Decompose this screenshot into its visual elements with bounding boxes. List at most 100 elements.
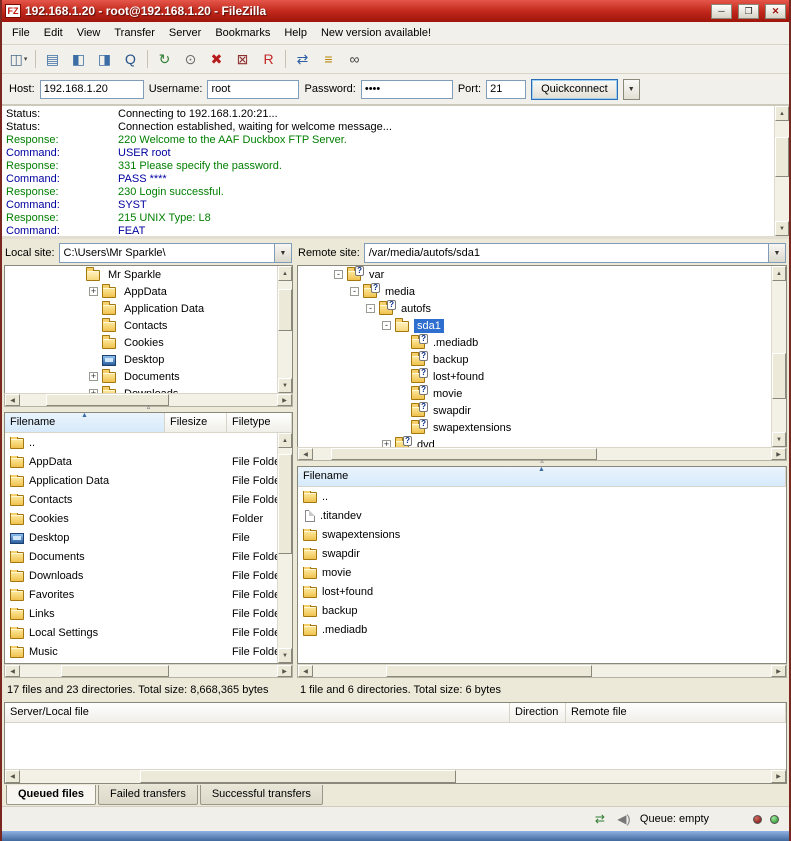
local-tree-row[interactable]: Desktop bbox=[5, 351, 292, 368]
scroll-right-icon[interactable]: ▶ bbox=[277, 394, 292, 406]
tab-queued-files[interactable]: Queued files bbox=[6, 785, 96, 805]
scrollbar-thumb[interactable] bbox=[61, 665, 169, 677]
remote-file-row[interactable]: .titandev bbox=[298, 506, 786, 525]
disconnect-button[interactable]: ⊠ bbox=[230, 48, 255, 71]
chevron-down-icon[interactable]: ▼ bbox=[274, 244, 291, 262]
local-file-row[interactable]: .. bbox=[5, 433, 292, 452]
scroll-right-icon[interactable]: ▶ bbox=[771, 448, 786, 460]
scroll-left-icon[interactable]: ◀ bbox=[5, 665, 20, 677]
maximize-button[interactable]: ❐ bbox=[738, 4, 759, 19]
tab-successful-transfers[interactable]: Successful transfers bbox=[200, 785, 323, 805]
local-file-row[interactable]: Downloads File Folder bbox=[5, 566, 292, 585]
remote-tree-row[interactable]: movie bbox=[298, 385, 786, 402]
local-tree-row[interactable]: Documents bbox=[5, 368, 292, 385]
remote-tree-row[interactable]: .mediadb bbox=[298, 334, 786, 351]
remote-pane-splitter[interactable] bbox=[297, 461, 787, 466]
local-file-row[interactable]: Cookies Folder bbox=[5, 509, 292, 528]
minimize-button[interactable]: ─ bbox=[711, 4, 732, 19]
local-file-row[interactable]: Application Data File Folder bbox=[5, 471, 292, 490]
remote-file-row[interactable]: swapextensions bbox=[298, 525, 786, 544]
close-button[interactable]: ✕ bbox=[765, 4, 786, 19]
tree-expander-icon[interactable] bbox=[382, 321, 391, 330]
remote-file-row[interactable]: .mediadb bbox=[298, 620, 786, 639]
menu-transfer[interactable]: Transfer bbox=[107, 23, 162, 43]
local-file-row[interactable]: Documents File Folder bbox=[5, 547, 292, 566]
remote-tree-row[interactable]: dvd bbox=[298, 436, 786, 447]
column-header-filetype[interactable]: Filetype bbox=[227, 413, 292, 432]
remote-file-row[interactable]: movie bbox=[298, 563, 786, 582]
remote-tree-row[interactable]: lost+found bbox=[298, 368, 786, 385]
scroll-down-icon[interactable]: ▼ bbox=[278, 648, 292, 663]
tree-expander-icon[interactable] bbox=[398, 338, 407, 347]
tree-expander-icon[interactable] bbox=[89, 338, 98, 347]
local-file-row[interactable]: Desktop File bbox=[5, 528, 292, 547]
tree-expander-icon[interactable] bbox=[382, 440, 391, 447]
scroll-right-icon[interactable]: ▶ bbox=[277, 665, 292, 677]
menu-view[interactable]: View bbox=[70, 23, 108, 43]
local-file-row[interactable]: Music File Folder bbox=[5, 642, 292, 661]
separator[interactable] bbox=[282, 48, 289, 71]
tree-expander-icon[interactable] bbox=[350, 287, 359, 296]
queue-hscrollbar[interactable]: ◀ ▶ bbox=[5, 769, 786, 783]
tree-expander-icon[interactable] bbox=[89, 355, 98, 364]
scrollbar-thumb[interactable] bbox=[278, 289, 292, 332]
scrollbar-thumb[interactable] bbox=[775, 137, 789, 177]
scroll-left-icon[interactable]: ◀ bbox=[298, 448, 313, 460]
remote-file-row[interactable]: .. bbox=[298, 487, 786, 506]
scroll-up-icon[interactable]: ▲ bbox=[278, 433, 292, 448]
column-header-server-local-file[interactable]: Server/Local file bbox=[5, 703, 510, 722]
tree-expander-icon[interactable] bbox=[398, 423, 407, 432]
tree-expander-icon[interactable] bbox=[398, 406, 407, 415]
scroll-left-icon[interactable]: ◀ bbox=[5, 394, 20, 406]
local-list-vscrollbar[interactable]: ▲ ▼ bbox=[277, 433, 292, 663]
local-tree-row[interactable]: Application Data bbox=[5, 300, 292, 317]
column-header-filesize[interactable]: Filesize bbox=[165, 413, 227, 432]
scroll-down-icon[interactable]: ▼ bbox=[775, 221, 789, 236]
port-input[interactable] bbox=[486, 80, 526, 99]
tree-expander-icon[interactable] bbox=[89, 304, 98, 313]
scroll-right-icon[interactable]: ▶ bbox=[771, 665, 786, 677]
scroll-right-icon[interactable]: ▶ bbox=[771, 770, 786, 783]
tree-expander-icon[interactable] bbox=[334, 270, 343, 279]
menu-file[interactable]: File bbox=[5, 23, 37, 43]
tree-expander-icon[interactable] bbox=[398, 355, 407, 364]
column-header-filename[interactable]: ▲Filename bbox=[5, 413, 165, 432]
password-input[interactable] bbox=[361, 80, 453, 99]
scroll-up-icon[interactable]: ▲ bbox=[775, 106, 789, 121]
quickconnect-button[interactable]: Quickconnect bbox=[531, 79, 618, 100]
directory-comparison-button[interactable]: ⇄ bbox=[290, 48, 315, 71]
scroll-left-icon[interactable]: ◀ bbox=[5, 770, 20, 783]
tree-expander-icon[interactable] bbox=[89, 321, 98, 330]
process-queue-button[interactable]: ⊙ bbox=[178, 48, 203, 71]
message-log-scrollbar[interactable]: ▲ ▼ bbox=[774, 106, 789, 236]
remote-tree-vscrollbar[interactable]: ▲ ▼ bbox=[771, 266, 786, 447]
remote-site-combobox[interactable]: /var/media/autofs/sda1 ▼ bbox=[364, 243, 786, 263]
local-tree-row[interactable]: Contacts bbox=[5, 317, 292, 334]
toggle-queue-button[interactable]: Q bbox=[118, 48, 143, 71]
local-tree-row[interactable]: Mr Sparkle bbox=[5, 266, 292, 283]
tree-expander-icon[interactable] bbox=[73, 270, 82, 279]
refresh-button[interactable]: ↻ bbox=[152, 48, 177, 71]
titlebar[interactable]: FZ 192.168.1.20 - root@192.168.1.20 - Fi… bbox=[2, 0, 789, 22]
separator[interactable] bbox=[32, 48, 39, 71]
tree-expander-icon[interactable] bbox=[366, 304, 375, 313]
remote-tree-row[interactable]: swapdir bbox=[298, 402, 786, 419]
menu-edit[interactable]: Edit bbox=[37, 23, 70, 43]
tab-failed-transfers[interactable]: Failed transfers bbox=[98, 785, 198, 805]
local-file-row[interactable]: Links File Folder bbox=[5, 604, 292, 623]
remote-tree-row[interactable]: var bbox=[298, 266, 786, 283]
reconnect-button[interactable]: R bbox=[256, 48, 281, 71]
remote-file-row[interactable]: swapdir bbox=[298, 544, 786, 563]
menu-server[interactable]: Server bbox=[162, 23, 208, 43]
directory-comparison-indicator-icon[interactable]: ⇄ bbox=[592, 811, 608, 827]
remote-tree-row[interactable]: media bbox=[298, 283, 786, 300]
scroll-left-icon[interactable]: ◀ bbox=[298, 665, 313, 677]
cancel-button[interactable]: ✖ bbox=[204, 48, 229, 71]
separator[interactable] bbox=[144, 48, 151, 71]
menu-bookmarks[interactable]: Bookmarks bbox=[208, 23, 277, 43]
remote-list-hscrollbar[interactable]: ◀ ▶ bbox=[297, 664, 787, 678]
scrollbar-thumb[interactable] bbox=[331, 448, 597, 460]
menu-help[interactable]: Help bbox=[277, 23, 314, 43]
new-version-notice[interactable]: New version available! bbox=[314, 23, 438, 43]
column-header-filename[interactable]: ▲Filename bbox=[298, 467, 786, 486]
